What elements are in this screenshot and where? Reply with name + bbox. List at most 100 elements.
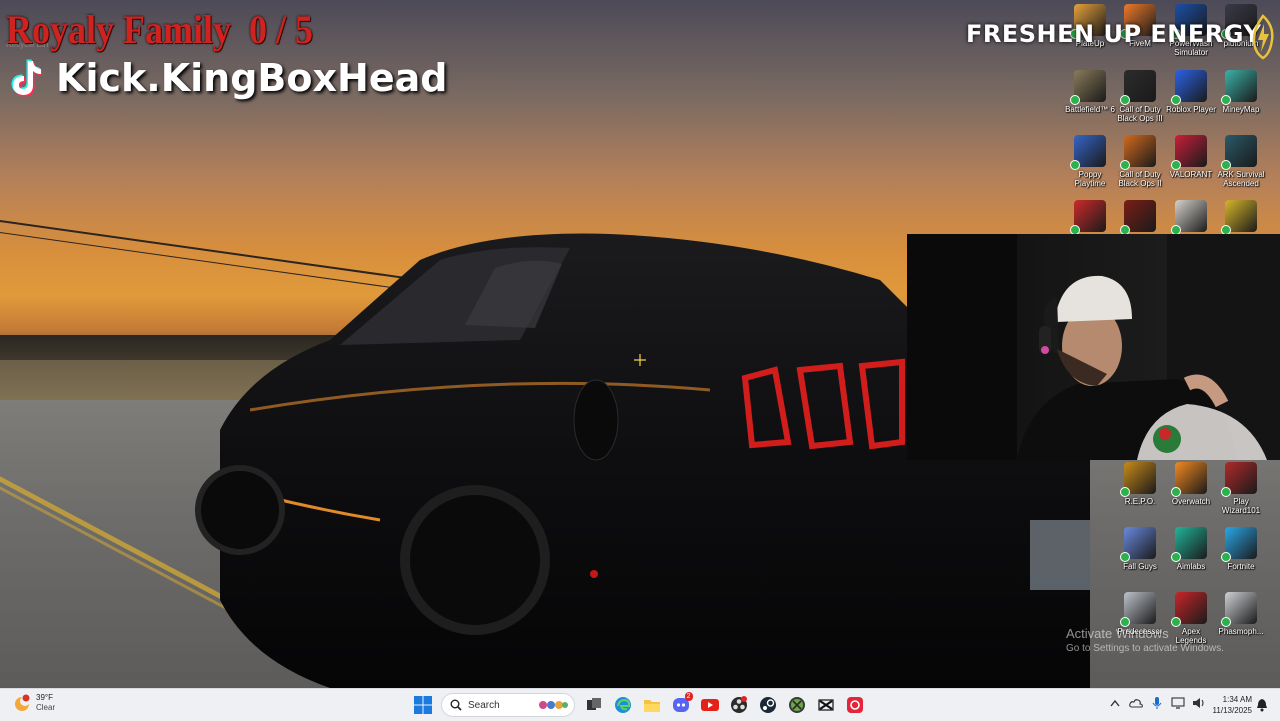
- microphone-button[interactable]: [1149, 695, 1165, 711]
- show-hidden-icons-button[interactable]: [1107, 695, 1123, 711]
- windows-logo-icon: [413, 696, 432, 714]
- activate-windows-watermark: Activate Windows Go to Settings to activ…: [1066, 626, 1224, 654]
- valorant-app-icon: [1171, 135, 1207, 170]
- desktop-icon-fallguys[interactable]: Fall Guys: [1115, 527, 1165, 571]
- youtube-button[interactable]: [698, 693, 722, 717]
- file-explorer-button[interactable]: [640, 693, 664, 717]
- desktop-icon-label: Battlefield™ 6: [1065, 105, 1115, 114]
- edge-icon: [614, 697, 631, 713]
- sync-check-icon: [1221, 95, 1231, 105]
- network-icon: [1170, 697, 1185, 709]
- edge-button[interactable]: [611, 693, 635, 717]
- capcut-button[interactable]: [814, 693, 838, 717]
- desktop-icon-poppy[interactable]: Poppy Playtime: [1065, 135, 1115, 188]
- search-icon: [450, 699, 462, 711]
- capcut-icon: [817, 699, 834, 711]
- system-tray: [1104, 695, 1209, 711]
- notification-bell-icon[interactable]: [1256, 698, 1268, 712]
- desktop-icon-wizard101[interactable]: Play Wizard101: [1216, 462, 1266, 515]
- streamer-webcam-image: [907, 234, 1280, 460]
- desktop-icon-label: MineyMap: [1222, 105, 1260, 114]
- task-view-icon: [586, 698, 601, 710]
- desktop-icon-mineymap[interactable]: MineyMap: [1216, 70, 1266, 114]
- task-view-button[interactable]: [582, 693, 606, 717]
- sync-check-icon: [1221, 160, 1231, 170]
- sync-check-icon: [1120, 487, 1130, 497]
- youtube-icon: [700, 699, 719, 711]
- sync-check-icon: [1171, 95, 1181, 105]
- sync-check-icon: [1171, 552, 1181, 562]
- xbox-button[interactable]: [785, 693, 809, 717]
- zombies-app-icon: [1120, 200, 1156, 235]
- weather-temperature: 39°F: [36, 693, 53, 702]
- aimlabs-app-icon: [1171, 527, 1207, 562]
- taskbar-apps: Search 2: [408, 692, 869, 717]
- desktop-icon-zombies[interactable]: [1115, 200, 1165, 235]
- desktop-icon-label: Fortnite: [1227, 562, 1255, 571]
- steam-button[interactable]: [756, 693, 780, 717]
- microphone-icon: [1152, 697, 1161, 709]
- xbox-icon: [788, 697, 805, 713]
- weather-moon-icon: [15, 694, 30, 711]
- roblox-app-icon: [1171, 70, 1207, 105]
- volume-button[interactable]: [1191, 695, 1207, 711]
- obs-icon: [730, 696, 747, 713]
- sync-check-icon: [1120, 160, 1130, 170]
- steam-icon: [759, 697, 776, 713]
- sync-check-icon: [1120, 95, 1130, 105]
- desktop-icon-cod-bo-ii[interactable]: Call of Duty Black Ops II: [1115, 135, 1165, 188]
- desktop-icon-r1[interactable]: [1216, 200, 1266, 235]
- phasmophobia-app-icon: [1221, 592, 1257, 627]
- wizard101-app-icon: [1221, 462, 1257, 497]
- record-app-icon: [846, 697, 863, 713]
- folder-icon: [643, 700, 660, 712]
- desktop-icon-skull[interactable]: [1166, 200, 1216, 235]
- obs-button[interactable]: [727, 693, 751, 717]
- streamlabs-button[interactable]: [843, 693, 867, 717]
- desktop-icon-target[interactable]: [1065, 200, 1115, 235]
- energy-bolt-icon: [1252, 14, 1274, 60]
- desktop-icon-label: Fall Guys: [1123, 562, 1157, 571]
- desktop-icon-valorant[interactable]: VALORANT: [1166, 135, 1216, 179]
- onedrive-button[interactable]: [1128, 695, 1144, 711]
- desktop-icon-fortnite[interactable]: Fortnite: [1216, 527, 1266, 571]
- desktop-icon-label: Overwatch: [1171, 497, 1211, 506]
- crosshair-cursor-icon: [634, 354, 646, 366]
- kick-handle-overlay: Kick.KingBoxHead: [10, 56, 447, 100]
- taskbar-clock[interactable]: 1:34 AM 11/13/2025: [1206, 694, 1252, 716]
- desktop-icon-cod-bo-iii[interactable]: Call of Duty Black Ops III: [1115, 70, 1165, 123]
- desktop-icon-ark[interactable]: ARK Survival Ascended: [1216, 135, 1266, 188]
- desktop-icon-label: ARK Survival Ascended: [1217, 170, 1265, 188]
- stream-title-overlay: Royaly Family 0 / 5: [6, 7, 313, 52]
- search-placeholder: Search: [468, 699, 500, 711]
- taskbar: 39°F Clear Search 2 1:34 AM 11/13/2025: [0, 688, 1280, 721]
- desktop-icon-label: Call of Duty Black Ops II: [1118, 170, 1162, 188]
- start-button[interactable]: [411, 693, 435, 717]
- mineymap-app-icon: [1221, 70, 1257, 105]
- target-app-icon: [1070, 200, 1106, 235]
- battlefield6-app-icon: [1070, 70, 1106, 105]
- desktop-icon-repo[interactable]: R.E.P.O.: [1115, 462, 1165, 506]
- desktop-icon-label: Call of Duty Black Ops III: [1117, 105, 1163, 123]
- desktop-icon-roblox[interactable]: Roblox Player: [1166, 70, 1216, 114]
- desktop-icon-overwatch[interactable]: Overwatch: [1166, 462, 1216, 506]
- weather-condition: Clear: [36, 703, 56, 712]
- fallguys-app-icon: [1120, 527, 1156, 562]
- fortnite-app-icon: [1221, 527, 1257, 562]
- kick-handle-text: Kick.KingBoxHead: [56, 56, 448, 100]
- skull-app-icon: [1171, 200, 1207, 235]
- taskbar-search-box[interactable]: Search: [441, 693, 575, 717]
- cod-bo-ii-app-icon: [1120, 135, 1156, 170]
- discord-button[interactable]: 2: [669, 692, 693, 717]
- desktop-icon-battlefield6[interactable]: Battlefield™ 6: [1065, 70, 1115, 114]
- overwatch-app-icon: [1171, 462, 1207, 497]
- network-button[interactable]: [1170, 695, 1186, 711]
- r1-app-icon: [1221, 200, 1257, 235]
- webcam-feed: [907, 234, 1280, 460]
- weather-widget[interactable]: 39°F Clear: [12, 693, 55, 713]
- desktop-icon-aimlabs[interactable]: Aimlabs: [1166, 527, 1216, 571]
- cloud-icon: [1128, 699, 1143, 708]
- desktop-icon-label: R.E.P.O.: [1124, 497, 1156, 506]
- desktop-icon-label: Play Wizard101: [1221, 497, 1261, 515]
- activate-windows-title: Activate Windows: [1066, 626, 1169, 641]
